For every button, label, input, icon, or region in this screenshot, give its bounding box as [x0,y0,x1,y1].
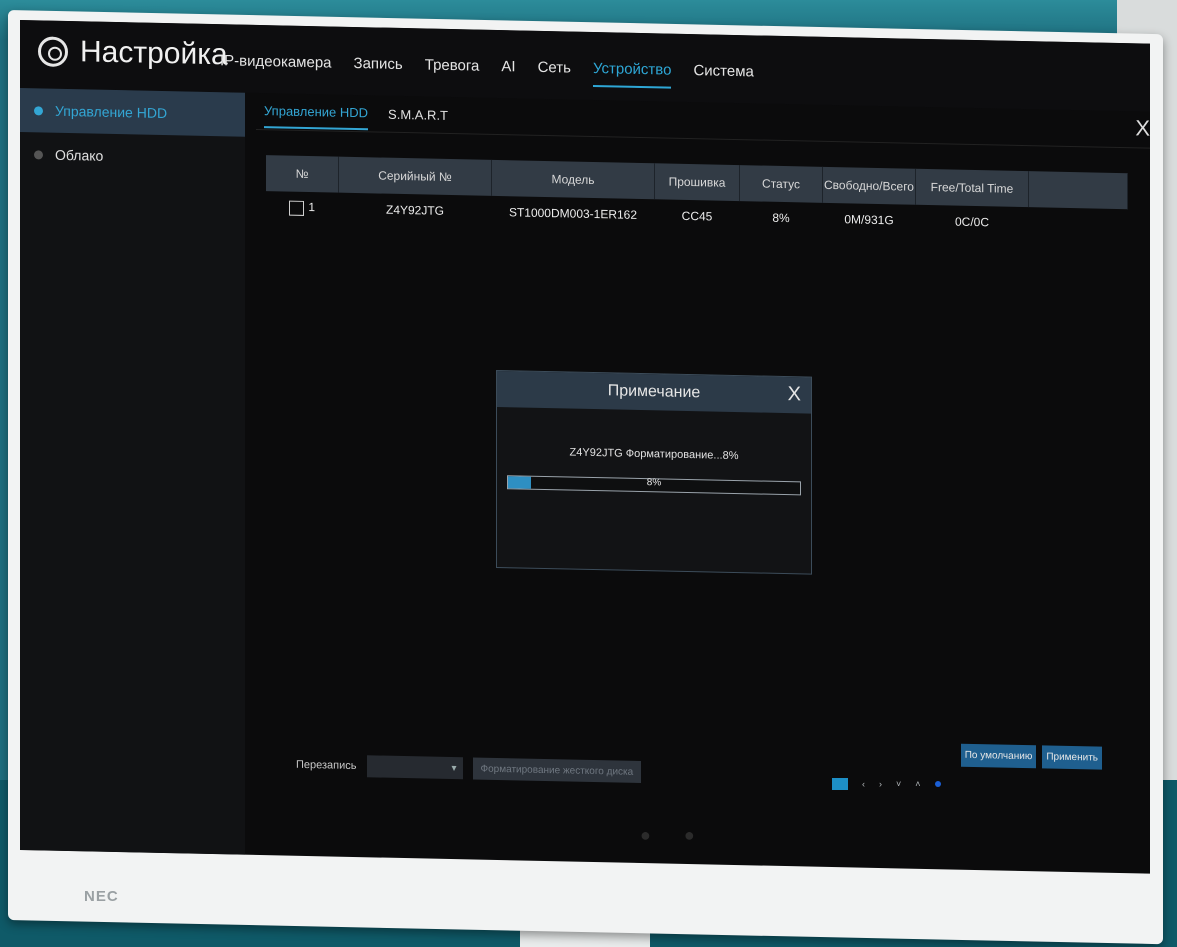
cell-free-total: 0M/931G [844,212,894,228]
monitor-screen: Настройка IP-видеокамера Запись Тревога … [20,20,1150,874]
chevron-down-icon: ▾ [451,762,457,774]
tab-smart[interactable]: S.M.A.R.T [388,98,448,130]
dialog-close-icon[interactable]: X [788,383,801,406]
row-number: 1 [308,200,316,215]
hdd-table: № Серийный № Модель Прошивка Статус Своб… [266,155,1128,241]
input-button-icon[interactable] [832,778,848,790]
cell-number: 1 [266,191,339,225]
column-header: Статус [739,165,823,203]
page-title: Настройка [80,35,228,72]
dialog-message: Z4Y92JTG Форматирование...8% [569,446,739,463]
column-header: Модель [491,159,655,200]
nav-network[interactable]: Сеть [538,59,571,87]
dialog-title: Примечание [607,382,701,402]
monitor-controls: ‹ › ˅ ˄ [832,778,941,790]
action-buttons: По умолчанию Применить [960,743,1102,770]
column-header: Серийный № [338,156,492,196]
row-checkbox[interactable] [289,200,305,216]
column-header: Free/Total Time [915,168,1029,208]
control-button[interactable]: ˄ [915,779,920,789]
sidebar-item-hdd[interactable]: Управление HDD [20,88,245,137]
progress-bar: 8% [507,475,801,496]
column-header: Свободно/Всего [822,166,916,205]
column-header: Прошивка [654,163,740,202]
progress-label: 8% [646,477,662,489]
main-nav: IP-видеокамера Запись Тревога AI Сеть Ус… [220,52,754,90]
overwrite-label: Перезапись [296,758,357,773]
nav-system[interactable]: Система [693,62,753,90]
cell-status: 8% [772,210,790,226]
nav-device[interactable]: Устройство [592,60,672,89]
cell-firmware: CC45 [681,208,713,224]
column-header [1028,171,1128,210]
tab-hdd-management[interactable]: Управление HDD [264,94,369,130]
nav-alarm[interactable]: Тревога [425,56,480,84]
webcam-dots: ● ● [640,825,709,845]
overwrite-controls: Перезапись ▾ Форматирование жесткого дис… [296,754,642,784]
brand: Настройка [38,34,228,72]
bullet-icon [34,149,43,159]
sidebar-item-label: Облако [55,146,104,164]
nav-ip-camera[interactable]: IP-видеокамера [220,52,332,81]
nav-ai[interactable]: AI [501,58,515,85]
cell-free-total-time: 0C/0C [954,214,989,230]
sidebar-item-cloud[interactable]: Облако [20,132,245,181]
monitor-brand-logo: NEC [84,888,119,905]
bullet-icon [34,105,43,115]
column-header: № [266,155,339,193]
power-led-icon[interactable] [934,781,941,787]
cell-empty [1029,207,1128,241]
dialog-header: Примечание X [497,370,811,414]
format-disk-button[interactable]: Форматирование жесткого диска [472,757,642,784]
close-icon[interactable]: X [1135,115,1150,141]
control-button[interactable]: › [879,779,882,789]
control-button[interactable]: ‹ [862,779,865,789]
gear-icon [38,36,68,68]
apply-button[interactable]: Применить [1042,745,1102,770]
sidebar: Управление HDD Облако [20,88,245,855]
cell-serial: Z4Y92JTG [385,202,445,218]
sidebar-item-label: Управление HDD [55,102,168,122]
nav-record[interactable]: Запись [354,55,403,83]
overwrite-select[interactable]: ▾ [366,755,463,780]
control-button[interactable]: ˅ [896,779,901,789]
default-button[interactable]: По умолчанию [960,743,1037,769]
format-progress-dialog: Примечание X Z4Y92JTG Форматирование...8… [496,369,812,575]
cell-model: ST1000DM003-1ER162 [508,205,638,222]
